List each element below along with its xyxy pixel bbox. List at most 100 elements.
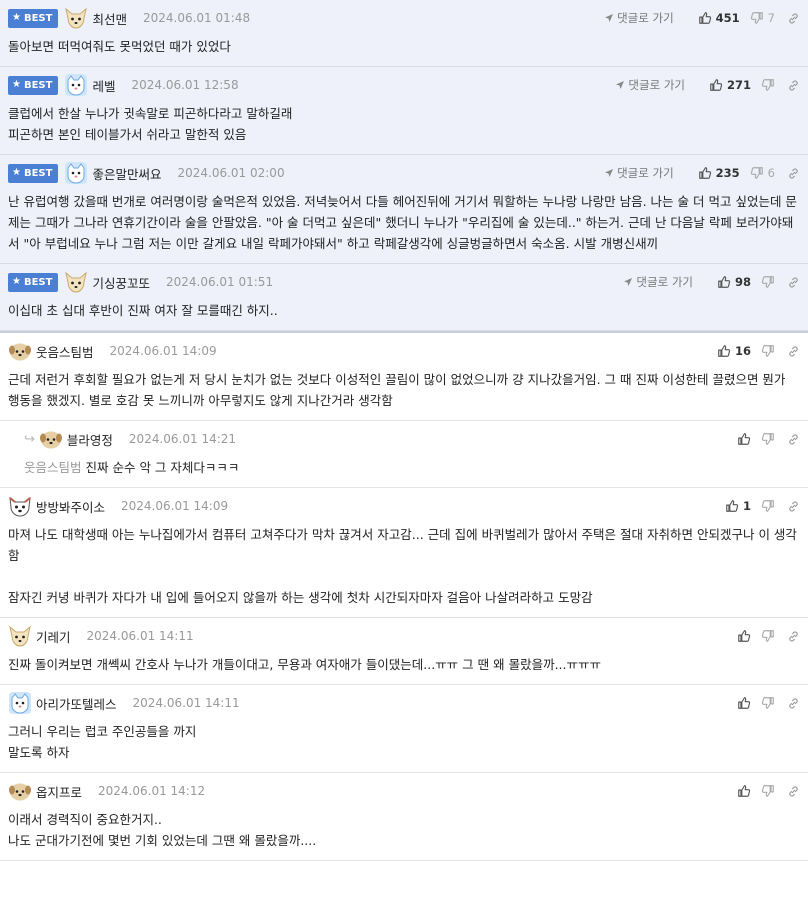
upvote-button[interactable]: 271 — [709, 78, 751, 92]
comment: 방방봐주이소 2024.06.01 14:09 1 마져 나도 대학생때 아는 누나집… — [0, 488, 808, 618]
comment: 웃음스팀범 2024.06.01 14:09 16 근데 저런거 후회할 필요가 없는… — [0, 333, 808, 421]
comment-actions — [727, 685, 800, 721]
link-icon[interactable] — [787, 345, 800, 358]
upvote-button[interactable]: 16 — [717, 344, 751, 358]
comment-text: 난 유럽여행 갔을때 번개로 여러명이랑 술먹은적 있었음. 저녁늦어서 다들 … — [8, 194, 797, 251]
upvote-button[interactable] — [737, 784, 751, 798]
thumbs-up-icon — [698, 11, 712, 25]
upvote-button[interactable]: 98 — [717, 275, 751, 289]
nickname[interactable]: 기싱꿍꼬또 — [92, 273, 150, 292]
link-icon[interactable] — [787, 167, 800, 180]
link-icon[interactable] — [787, 433, 800, 446]
puppy-face-avatar[interactable] — [8, 779, 32, 803]
best-badge-label: BEST — [23, 276, 53, 288]
comment-text: 진짜 돌이켜보면 개쎅씨 간호사 누나가 개들이대고, 무용과 여자애가 들이댔… — [8, 657, 601, 672]
downvote-button[interactable] — [761, 629, 775, 643]
goto-comment-link[interactable]: 댓글로 가기 — [604, 165, 674, 181]
thumbs-up-icon — [709, 78, 723, 92]
nickname[interactable]: 아리가또텔레스 — [36, 694, 117, 713]
fox-face-avatar[interactable] — [64, 6, 88, 30]
comment-actions: 댓글로 가기 235 6 — [604, 155, 800, 191]
thumbs-up-icon — [737, 784, 751, 798]
upvote-count: 235 — [715, 166, 740, 180]
thumbs-up-icon — [717, 275, 731, 289]
nickname[interactable]: 웃음스팀범 — [36, 342, 94, 361]
comment-body: 클럽에서 한살 누나가 귓속말로 피곤하다라고 말하길래 피곤하면 본인 테이블… — [8, 103, 800, 154]
upvote-count: 16 — [734, 344, 751, 358]
comment-date: 2024.06.01 01:48 — [142, 11, 251, 25]
nickname[interactable]: 방방봐주이소 — [36, 497, 105, 516]
goto-comment-link[interactable]: 댓글로 가기 — [623, 274, 693, 290]
downvote-button[interactable] — [761, 784, 775, 798]
downvote-button[interactable] — [761, 696, 775, 710]
comment-header: 웃음스팀범 2024.06.01 14:09 16 — [8, 333, 800, 369]
shiba-face-avatar[interactable] — [8, 494, 32, 518]
fox-face-avatar[interactable] — [64, 270, 88, 294]
mention-nickname[interactable]: 웃음스팀범 — [24, 460, 82, 475]
downvote-button[interactable]: 6 — [750, 166, 775, 180]
downvote-button[interactable]: 7 — [750, 11, 775, 25]
puppy-face-avatar[interactable] — [39, 427, 63, 451]
upvote-button[interactable]: 451 — [698, 11, 740, 25]
downvote-button[interactable] — [761, 275, 775, 289]
comment: 기레기 2024.06.01 14:11 진짜 돌이켜보면 개쎅씨 간호사 누나가 … — [0, 618, 808, 685]
comment-body: 이십대 초 십대 후반이 진짜 여자 잘 모를때긴 하지.. — [8, 300, 800, 330]
downvote-button[interactable] — [761, 78, 775, 92]
link-icon[interactable] — [787, 500, 800, 513]
blue-cat-face-avatar[interactable] — [8, 691, 32, 715]
upvote-button[interactable]: 1 — [725, 499, 751, 513]
upvote-button[interactable] — [737, 629, 751, 643]
send-arrow-icon — [623, 277, 633, 287]
thumbs-up-icon — [725, 499, 739, 513]
link-icon[interactable] — [787, 276, 800, 289]
link-icon[interactable] — [787, 630, 800, 643]
link-icon[interactable] — [787, 79, 800, 92]
comment-text: 웃음스팀범 진짜 순수 악 그 자체다ㅋㅋㅋ — [24, 460, 240, 475]
comment-actions: 1 — [715, 488, 800, 524]
comment-body: 진짜 돌이켜보면 개쎅씨 간호사 누나가 개들이대고, 무용과 여자애가 들이댔… — [8, 654, 800, 684]
thumbs-down-icon — [761, 78, 775, 92]
goto-comment-link[interactable]: 댓글로 가기 — [615, 77, 685, 93]
thumbs-up-icon — [737, 696, 751, 710]
downvote-button[interactable] — [761, 432, 775, 446]
fox-face-avatar[interactable] — [8, 624, 32, 648]
best-comment: ★ BEST 기싱꿍꼬또 2024.06.01 01:51 댓글로 가기 98 이십대 초 … — [0, 264, 808, 331]
send-arrow-icon — [615, 80, 625, 90]
upvote-button[interactable]: 235 — [698, 166, 740, 180]
thumbs-up-icon — [717, 344, 731, 358]
blue-cat-face-avatar[interactable] — [64, 161, 88, 185]
comment-date: 2024.06.01 12:58 — [131, 78, 239, 92]
upvote-button[interactable] — [737, 432, 751, 446]
thumbs-down-icon — [761, 784, 775, 798]
comment-actions — [727, 618, 800, 654]
nickname[interactable]: 블라영정 — [67, 430, 113, 449]
link-icon[interactable] — [787, 785, 800, 798]
blue-cat-face-avatar[interactable] — [64, 73, 88, 97]
downvote-button[interactable] — [761, 344, 775, 358]
star-icon: ★ — [12, 167, 21, 178]
comment-body: 웃음스팀범 진짜 순수 악 그 자체다ㅋㅋㅋ — [24, 457, 800, 487]
reply-comment: ↪ 블라영정 2024.06.01 14:21 웃음스팀범 진짜 순수 악 그 자체다ㅋ… — [0, 421, 808, 488]
thumbs-down-icon — [761, 499, 775, 513]
nickname[interactable]: 최선맨 — [92, 9, 127, 28]
upvote-button[interactable] — [737, 696, 751, 710]
comment-body: 마져 나도 대학생때 아는 누나집에가서 컴퓨터 고쳐주다가 막차 끊겨서 자고… — [8, 524, 800, 617]
comment-list: ★ BEST 최선맨 2024.06.01 01:48 댓글로 가기 451 7 돌아보면 떠… — [0, 0, 808, 861]
puppy-face-avatar[interactable] — [8, 339, 32, 363]
comment-text: 그러니 우리는 럽코 주인공들을 까지 말도록 하자 — [8, 724, 197, 760]
downvote-count: 7 — [767, 11, 775, 25]
downvote-button[interactable] — [761, 499, 775, 513]
nickname[interactable]: 좋은말만써요 — [92, 164, 161, 183]
goto-comment-label: 댓글로 가기 — [636, 275, 693, 289]
comment-header: ↪ 블라영정 2024.06.01 14:21 — [24, 421, 800, 457]
comment-header: ★ BEST 최선맨 2024.06.01 01:48 댓글로 가기 451 7 — [8, 0, 800, 36]
downvote-count: 6 — [767, 166, 775, 180]
nickname[interactable]: 기레기 — [36, 627, 71, 646]
goto-comment-link[interactable]: 댓글로 가기 — [604, 10, 674, 26]
link-icon[interactable] — [787, 12, 800, 25]
link-icon[interactable] — [787, 697, 800, 710]
nickname[interactable]: 레벨 — [92, 76, 115, 95]
comment: 옵지프로 2024.06.01 14:12 이래서 경력직이 중요한거지.. 나도 … — [0, 773, 808, 861]
nickname[interactable]: 옵지프로 — [36, 782, 82, 801]
upvote-count: 271 — [726, 78, 751, 92]
